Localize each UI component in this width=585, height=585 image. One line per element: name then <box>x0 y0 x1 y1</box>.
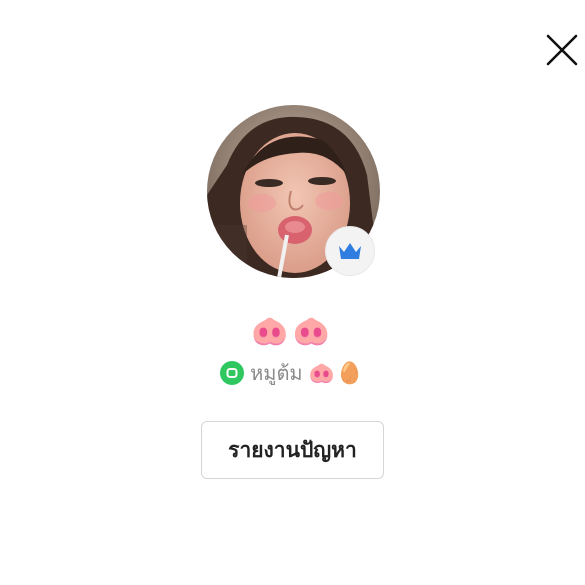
username-row: หมูต้ม 🐽🥚 <box>0 358 585 388</box>
report-problem-button[interactable]: รายงานปัญหา <box>201 421 384 479</box>
crown-badge <box>325 226 375 276</box>
username-emoji: 🐽🥚 <box>308 361 365 385</box>
close-icon <box>546 34 578 66</box>
profile-avatar[interactable] <box>207 105 380 278</box>
close-button[interactable] <box>541 29 583 71</box>
username: หมูต้ม <box>250 361 303 385</box>
line-app-icon <box>220 361 245 385</box>
display-name: 🐽🐽 <box>251 314 334 349</box>
crown-icon <box>339 243 361 259</box>
